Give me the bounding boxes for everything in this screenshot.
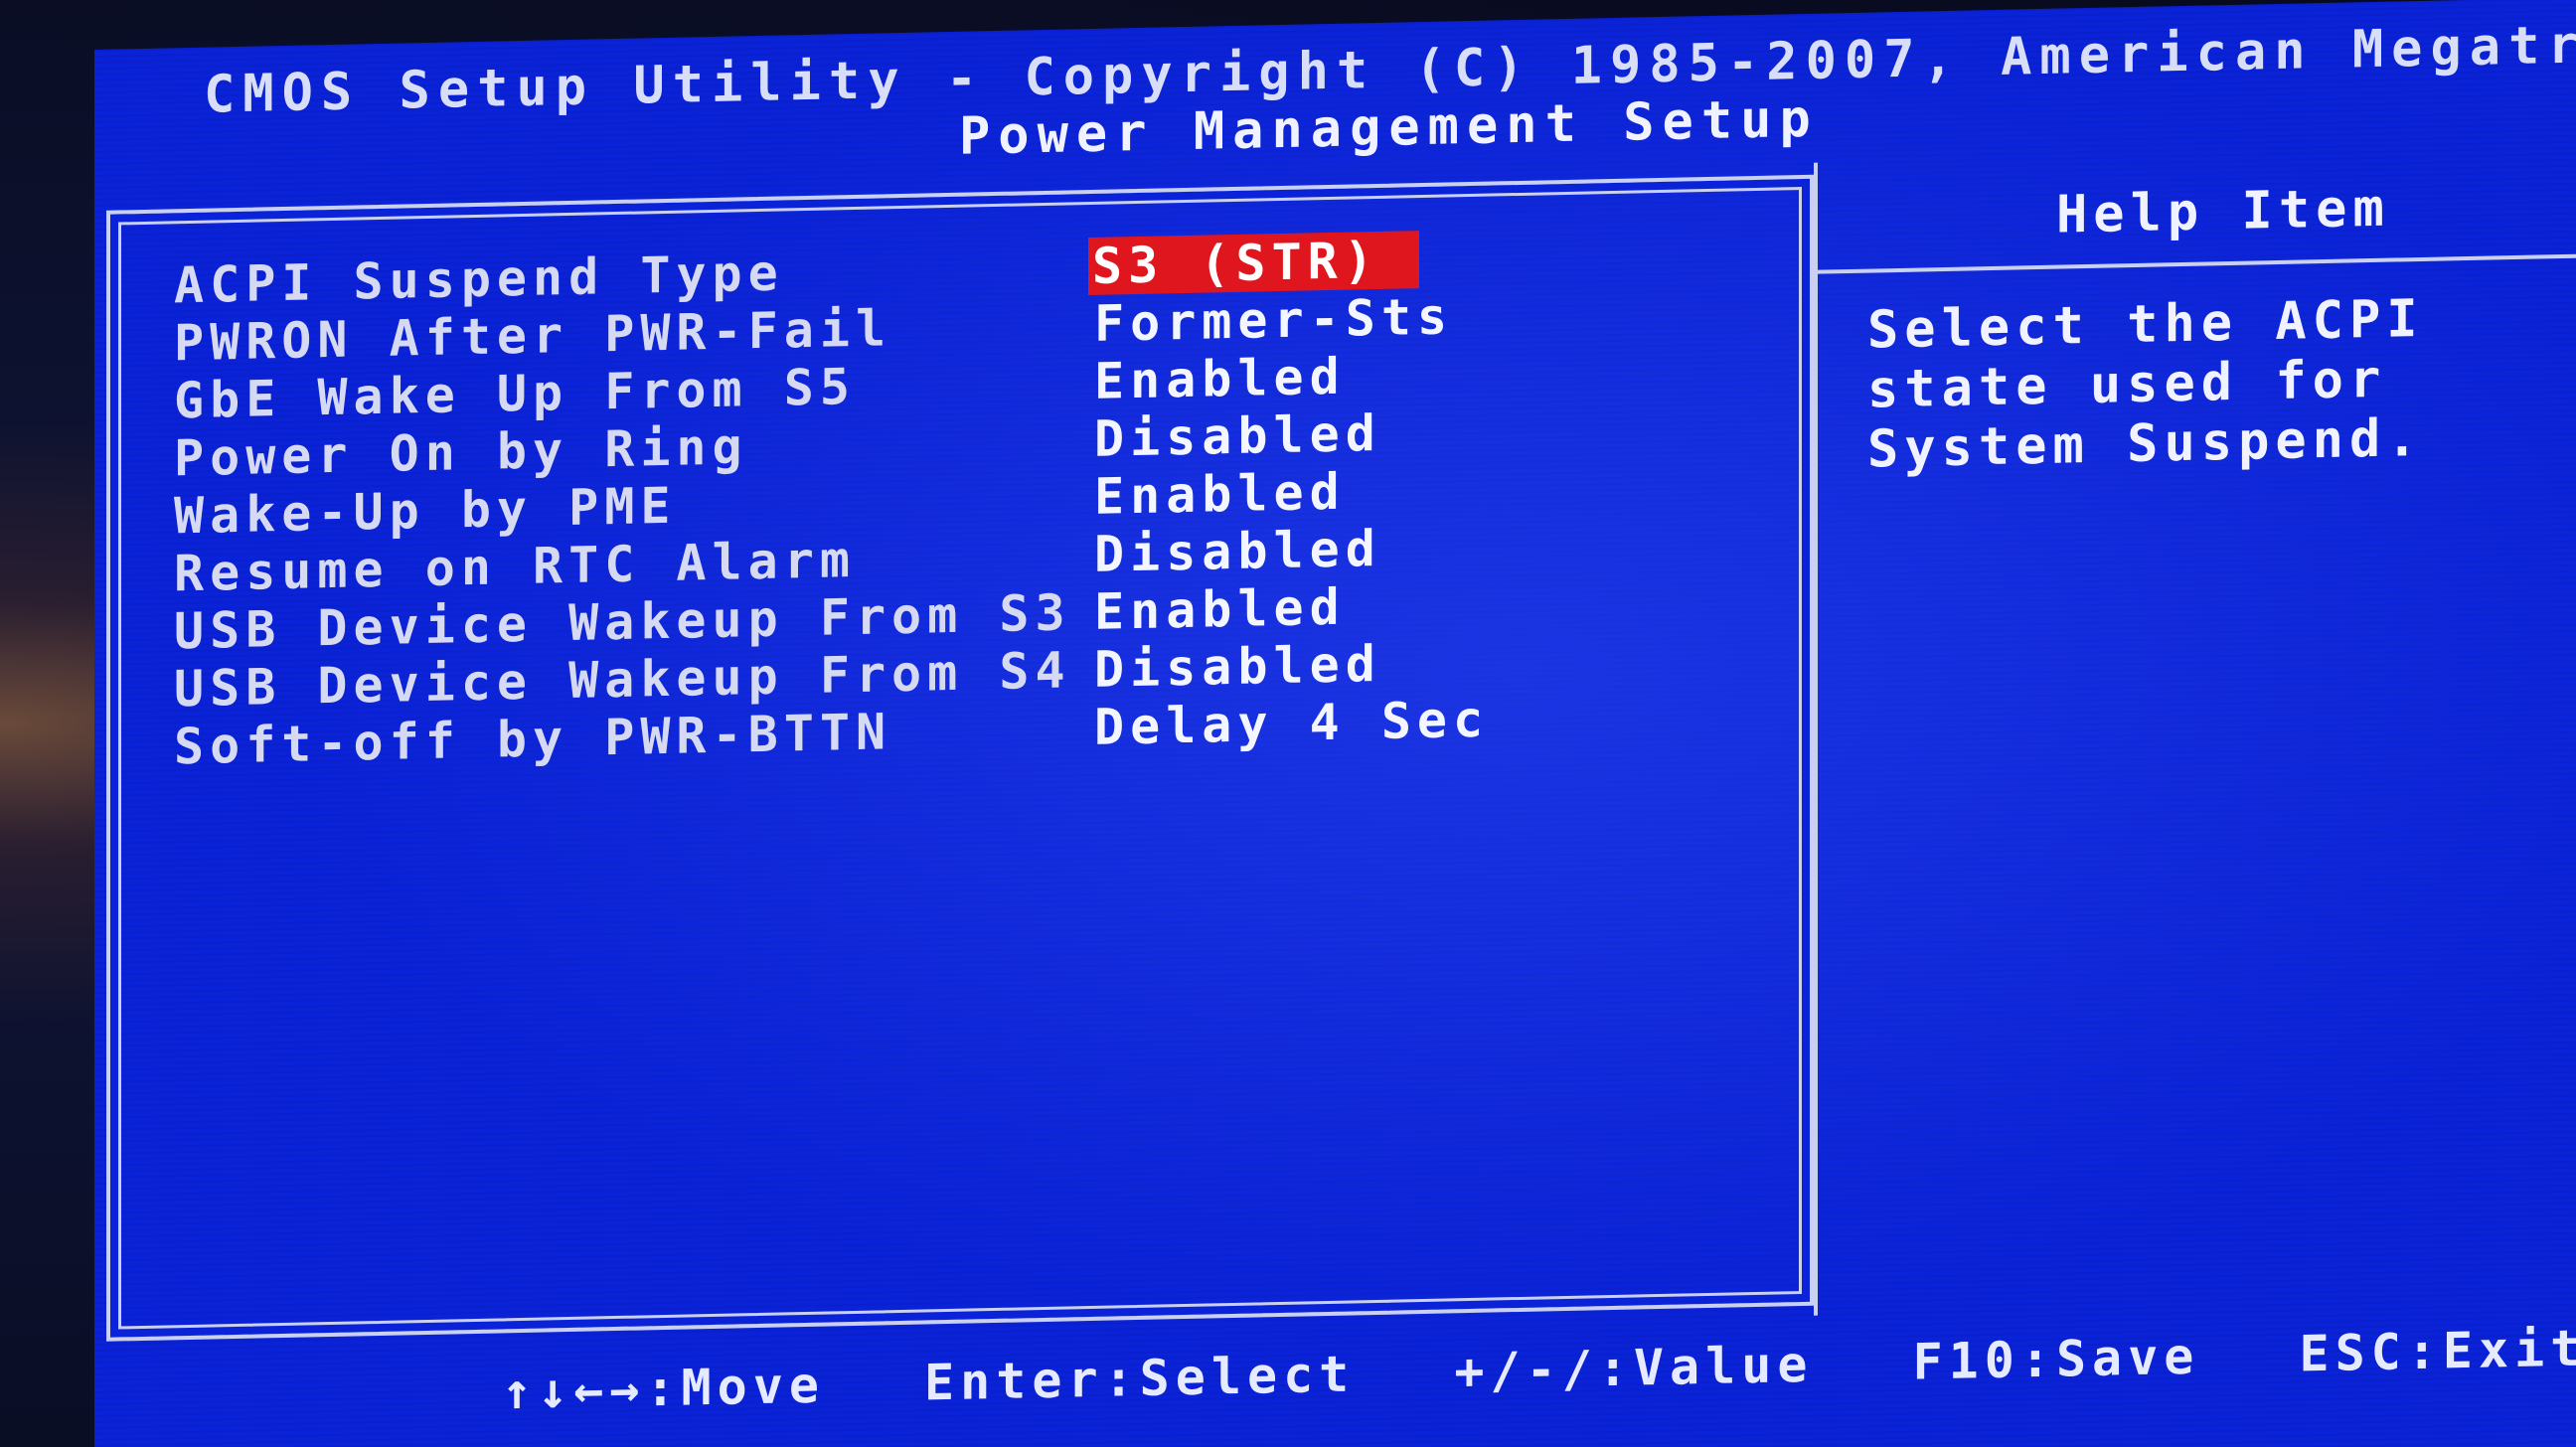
help-text: Select the ACPI state used for System Su…: [1867, 285, 2576, 480]
help-divider: [1818, 250, 2576, 274]
setting-value-selected[interactable]: S3 (STR): [1088, 231, 1419, 296]
setting-label: Wake-Up by PME: [174, 476, 677, 546]
footer-move-hint: ↑↓←→:Move: [502, 1356, 825, 1421]
photo-background: CMOS Setup Utility - Copyright (C) 1985-…: [0, 0, 2576, 1447]
setting-value[interactable]: Enabled: [1088, 578, 1352, 642]
footer-value-hint: +/-/:Value: [1454, 1335, 1814, 1401]
footer-select-hint: Enter:Select: [924, 1345, 1356, 1412]
help-panel: Help Item Select the ACPI state used for…: [1814, 143, 2576, 1316]
setting-value[interactable]: Disabled: [1088, 635, 1387, 699]
help-title: Help Item: [2056, 178, 2390, 245]
setting-value[interactable]: Enabled: [1088, 463, 1352, 527]
setting-value[interactable]: Disabled: [1088, 404, 1387, 468]
footer-keys: ↑↓←→:Move Enter:Select +/-/:Value F10:Sa…: [502, 1319, 2576, 1420]
setting-value[interactable]: Former-Sts: [1088, 287, 1459, 353]
setting-value[interactable]: Delay 4 Sec: [1088, 690, 1495, 756]
footer-save-hint: F10:Save: [1912, 1327, 2200, 1391]
footer-exit-hint: ESC:Exit: [2299, 1319, 2576, 1383]
setting-value[interactable]: Disabled: [1088, 520, 1387, 583]
bios-screen: CMOS Setup Utility - Copyright (C) 1985-…: [94, 0, 2576, 1447]
setting-value[interactable]: Enabled: [1088, 348, 1352, 411]
